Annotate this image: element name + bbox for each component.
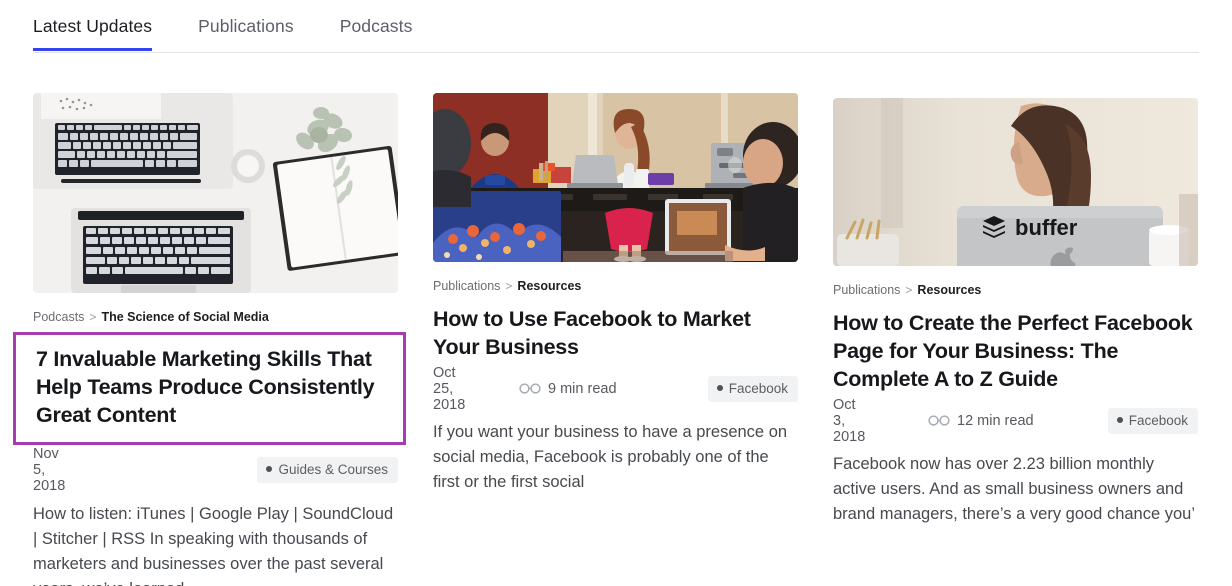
category-tag-label: Facebook [728, 380, 788, 396]
article-card[interactable]: Publications > Resources How to Use Face… [433, 93, 798, 495]
article-meta: Oct 3, 2018 12 min read Facebook [833, 397, 1198, 445]
glasses-icon [928, 415, 950, 426]
person-foreground-left [433, 109, 471, 207]
carpet [563, 251, 733, 262]
tab-publications-label: Publications [198, 16, 294, 36]
content-tabs: Latest Updates Publications Podcasts [33, 0, 1199, 53]
article-meta: Nov 5, 2018 Guides & Courses [33, 446, 398, 494]
article-thumbnail[interactable] [433, 93, 798, 262]
category-tag[interactable]: Facebook [707, 375, 798, 402]
category-tag-label: Facebook [1128, 412, 1188, 428]
tab-latest-updates-label: Latest Updates [33, 16, 153, 36]
tab-latest-updates[interactable]: Latest Updates [33, 16, 153, 51]
article-meta: Oct 25, 2018 9 min read Facebook [433, 365, 798, 413]
breadcrumb[interactable]: Publications > Resources [833, 283, 1198, 298]
breadcrumb-leaf[interactable]: The Science of Social Media [101, 310, 268, 325]
two-laptops-flatlay-desk-photo [33, 93, 398, 293]
glasses-icon [519, 383, 541, 395]
breadcrumb-separator-icon: > [89, 310, 97, 325]
woman-at-buffer-macbook-photo: buffer [833, 98, 1198, 266]
breadcrumb[interactable]: Podcasts > The Science of Social Media [33, 310, 398, 325]
conference-workshop-room-photo [433, 93, 798, 262]
tab-podcasts[interactable]: Podcasts [340, 16, 413, 50]
article-title[interactable]: How to Use Facebook to Market Your Busin… [433, 306, 798, 362]
article-title[interactable]: How to Create the Perfect Facebook Page … [833, 310, 1198, 394]
laptop-center [567, 155, 623, 188]
read-time: 12 min read [928, 413, 1034, 429]
article-thumbnail[interactable]: buffer [833, 98, 1198, 266]
svg-text:buffer: buffer [1015, 215, 1078, 240]
breadcrumb-root[interactable]: Publications [833, 283, 900, 298]
read-time-label: 9 min read [548, 380, 617, 397]
breadcrumb-separator-icon: > [905, 283, 913, 298]
article-card[interactable]: buffer Publications > Resources How to C… [833, 93, 1198, 527]
breadcrumb-root[interactable]: Podcasts [33, 310, 84, 325]
breadcrumb-separator-icon: > [505, 279, 513, 294]
category-tag[interactable]: Facebook [1107, 407, 1198, 434]
read-time: 9 min read [519, 381, 617, 397]
tab-podcasts-label: Podcasts [339, 16, 413, 36]
dot-icon [716, 385, 723, 392]
article-excerpt: Facebook now has over 2.23 billion month… [833, 454, 1196, 523]
breadcrumb-root[interactable]: Publications [433, 279, 500, 294]
article-title[interactable]: 7 Invaluable Marketing Skills That Help … [13, 332, 406, 445]
article-excerpt: How to listen: iTunes | Google Play | So… [33, 504, 394, 586]
article-card-grid: Podcasts > The Science of Social Media 7… [13, 53, 1199, 586]
breadcrumb-leaf[interactable]: Resources [517, 279, 581, 294]
dot-icon [266, 466, 273, 473]
article-card[interactable]: Podcasts > The Science of Social Media 7… [13, 93, 406, 586]
macbook: buffer [957, 206, 1163, 266]
article-thumbnail[interactable] [33, 93, 398, 293]
breadcrumb-leaf[interactable]: Resources [917, 283, 981, 298]
dot-icon [1116, 417, 1123, 424]
breadcrumb[interactable]: Publications > Resources [433, 279, 798, 294]
read-time-label: 12 min read [957, 412, 1034, 429]
article-excerpt: If you want your business to have a pres… [433, 422, 788, 492]
tab-publications[interactable]: Publications [198, 16, 294, 50]
category-tag-label: Guides & Courses [278, 461, 388, 477]
category-tag[interactable]: Guides & Courses [257, 456, 398, 483]
